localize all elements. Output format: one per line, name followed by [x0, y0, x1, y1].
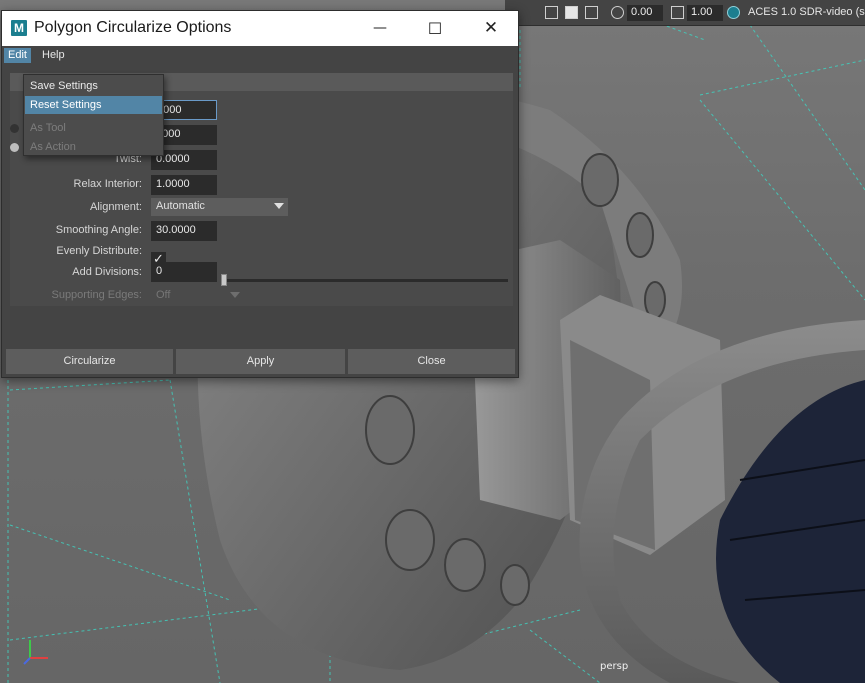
as-action-radio-icon — [10, 143, 19, 152]
axis-gizmo-icon — [23, 640, 48, 665]
menu-edit[interactable]: Edit — [4, 48, 31, 63]
relax-interior-field[interactable]: 1.0000 — [151, 175, 217, 195]
relax-interior-label: Relax Interior: — [73, 178, 142, 190]
minimize-button[interactable]: — — [357, 11, 403, 46]
color-management-icon[interactable] — [727, 6, 740, 19]
gamma-field[interactable]: 1.00 — [687, 5, 723, 21]
dialog-title: Polygon Circularize Options — [34, 19, 232, 36]
alignment-label: Alignment: — [90, 201, 142, 213]
circularize-button[interactable]: Circularize — [6, 349, 173, 374]
menu-item-reset-settings[interactable]: Reset Settings — [25, 96, 162, 114]
maya-logo-icon: M — [11, 20, 27, 36]
camera-label: persp — [600, 661, 629, 672]
add-divisions-field[interactable]: 0 — [151, 262, 217, 282]
supporting-edges-dropdown: Off — [151, 287, 288, 305]
add-divisions-slider-handle[interactable] — [221, 274, 227, 286]
edit-menu-dropdown: Save Settings Reset Settings As Tool As … — [10, 74, 164, 156]
smoothing-angle-field[interactable]: 30.0000 — [151, 221, 217, 241]
as-tool-radio-icon — [10, 124, 19, 133]
chevron-down-icon — [230, 292, 240, 298]
circularize-options-dialog: M Polygon Circularize Options — ☐ ✕ Edit… — [1, 10, 519, 378]
menu-item-as-action: As Action — [30, 141, 76, 153]
toolbar-icon-a[interactable] — [545, 6, 558, 19]
smoothing-angle-label: Smoothing Angle: — [55, 224, 142, 236]
exposure-field[interactable]: 0.00 — [627, 5, 663, 21]
menu-item-save-settings[interactable]: Save Settings — [25, 77, 162, 95]
supporting-edges-label: Supporting Edges: — [51, 289, 142, 301]
alignment-value: Automatic — [156, 200, 205, 212]
alignment-dropdown[interactable]: Automatic — [151, 198, 288, 216]
chevron-down-icon — [274, 203, 284, 209]
exposure-icon[interactable] — [611, 6, 624, 19]
gamma-icon[interactable] — [671, 6, 684, 19]
menu-help[interactable]: Help — [38, 48, 69, 63]
menu-item-as-tool: As Tool — [30, 122, 66, 134]
toolbar-icon-b[interactable] — [565, 6, 578, 19]
maximize-button[interactable]: ☐ — [412, 11, 458, 46]
apply-button[interactable]: Apply — [176, 349, 345, 374]
menu-bar: Edit Help — [2, 46, 518, 65]
color-space-label[interactable]: ACES 1.0 SDR-video (sRG — [748, 6, 865, 18]
supporting-edges-value: Off — [156, 289, 171, 301]
close-window-button[interactable]: ✕ — [468, 11, 514, 46]
add-divisions-slider-track[interactable] — [224, 279, 508, 282]
toolbar-icon-c[interactable] — [585, 6, 598, 19]
close-button[interactable]: Close — [348, 349, 515, 374]
add-divisions-label: Add Divisions: — [72, 266, 142, 278]
evenly-distribute-label: Evenly Distribute: — [56, 245, 142, 257]
title-bar[interactable]: M Polygon Circularize Options — ☐ ✕ — [2, 11, 518, 46]
